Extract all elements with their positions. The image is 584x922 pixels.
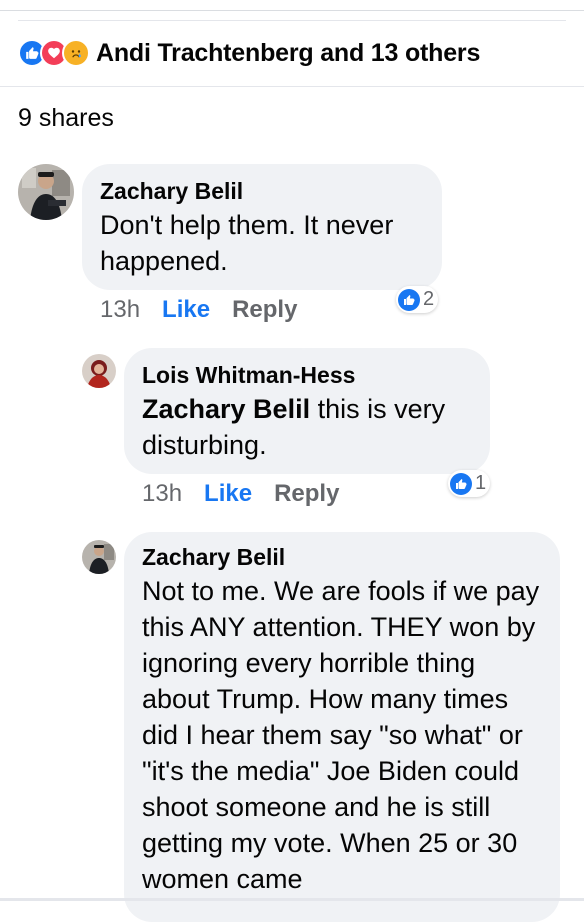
like-icon (398, 288, 420, 311)
avatar[interactable] (82, 354, 116, 388)
comment-bubble: Zachary Belil Don't help them. It never … (82, 164, 442, 290)
comment-time[interactable]: 13h (142, 480, 182, 508)
reply-button[interactable]: Reply (274, 480, 339, 508)
comment-bubble: Zachary Belil Not to me. We are fools if… (124, 532, 560, 922)
comment-meta: 13h Like Reply (142, 480, 339, 508)
comment-text: Don't help them. It never happened. (100, 210, 394, 276)
like-icon (450, 472, 472, 495)
comment-reaction-badge[interactable]: 2 (396, 286, 439, 313)
comment-time[interactable]: 13h (100, 296, 140, 324)
sad-icon (62, 39, 90, 67)
comment-meta: 13h Like Reply (100, 296, 297, 324)
mention-link[interactable]: Zachary Belil (142, 394, 310, 424)
reactions-summary[interactable]: Andi Trachtenberg and 13 others (18, 36, 480, 70)
reaction-count: 1 (475, 472, 487, 494)
reaction-count: 2 (423, 288, 435, 310)
comment-text: Zachary Belil this is very disturbing. (142, 391, 472, 463)
comment-bubble: Lois Whitman-Hess Zachary Belil this is … (124, 348, 490, 474)
comment-author[interactable]: Lois Whitman-Hess (142, 362, 472, 389)
section-divider (0, 86, 584, 87)
reactions-summary-text[interactable]: Andi Trachtenberg and 13 others (96, 39, 480, 68)
avatar[interactable] (18, 164, 74, 220)
comment-author[interactable]: Zachary Belil (142, 544, 542, 571)
reply-button[interactable]: Reply (232, 296, 297, 324)
top-divider-inner (18, 20, 566, 21)
like-button[interactable]: Like (162, 296, 210, 324)
comment-reaction-badge[interactable]: 1 (448, 470, 491, 497)
comment-text: Not to me. We are fools if we pay this A… (142, 576, 540, 894)
avatar[interactable] (82, 540, 116, 574)
comment-author[interactable]: Zachary Belil (100, 178, 424, 205)
like-button[interactable]: Like (204, 480, 252, 508)
shares-count[interactable]: 9 shares (18, 104, 114, 133)
top-divider (0, 10, 584, 11)
